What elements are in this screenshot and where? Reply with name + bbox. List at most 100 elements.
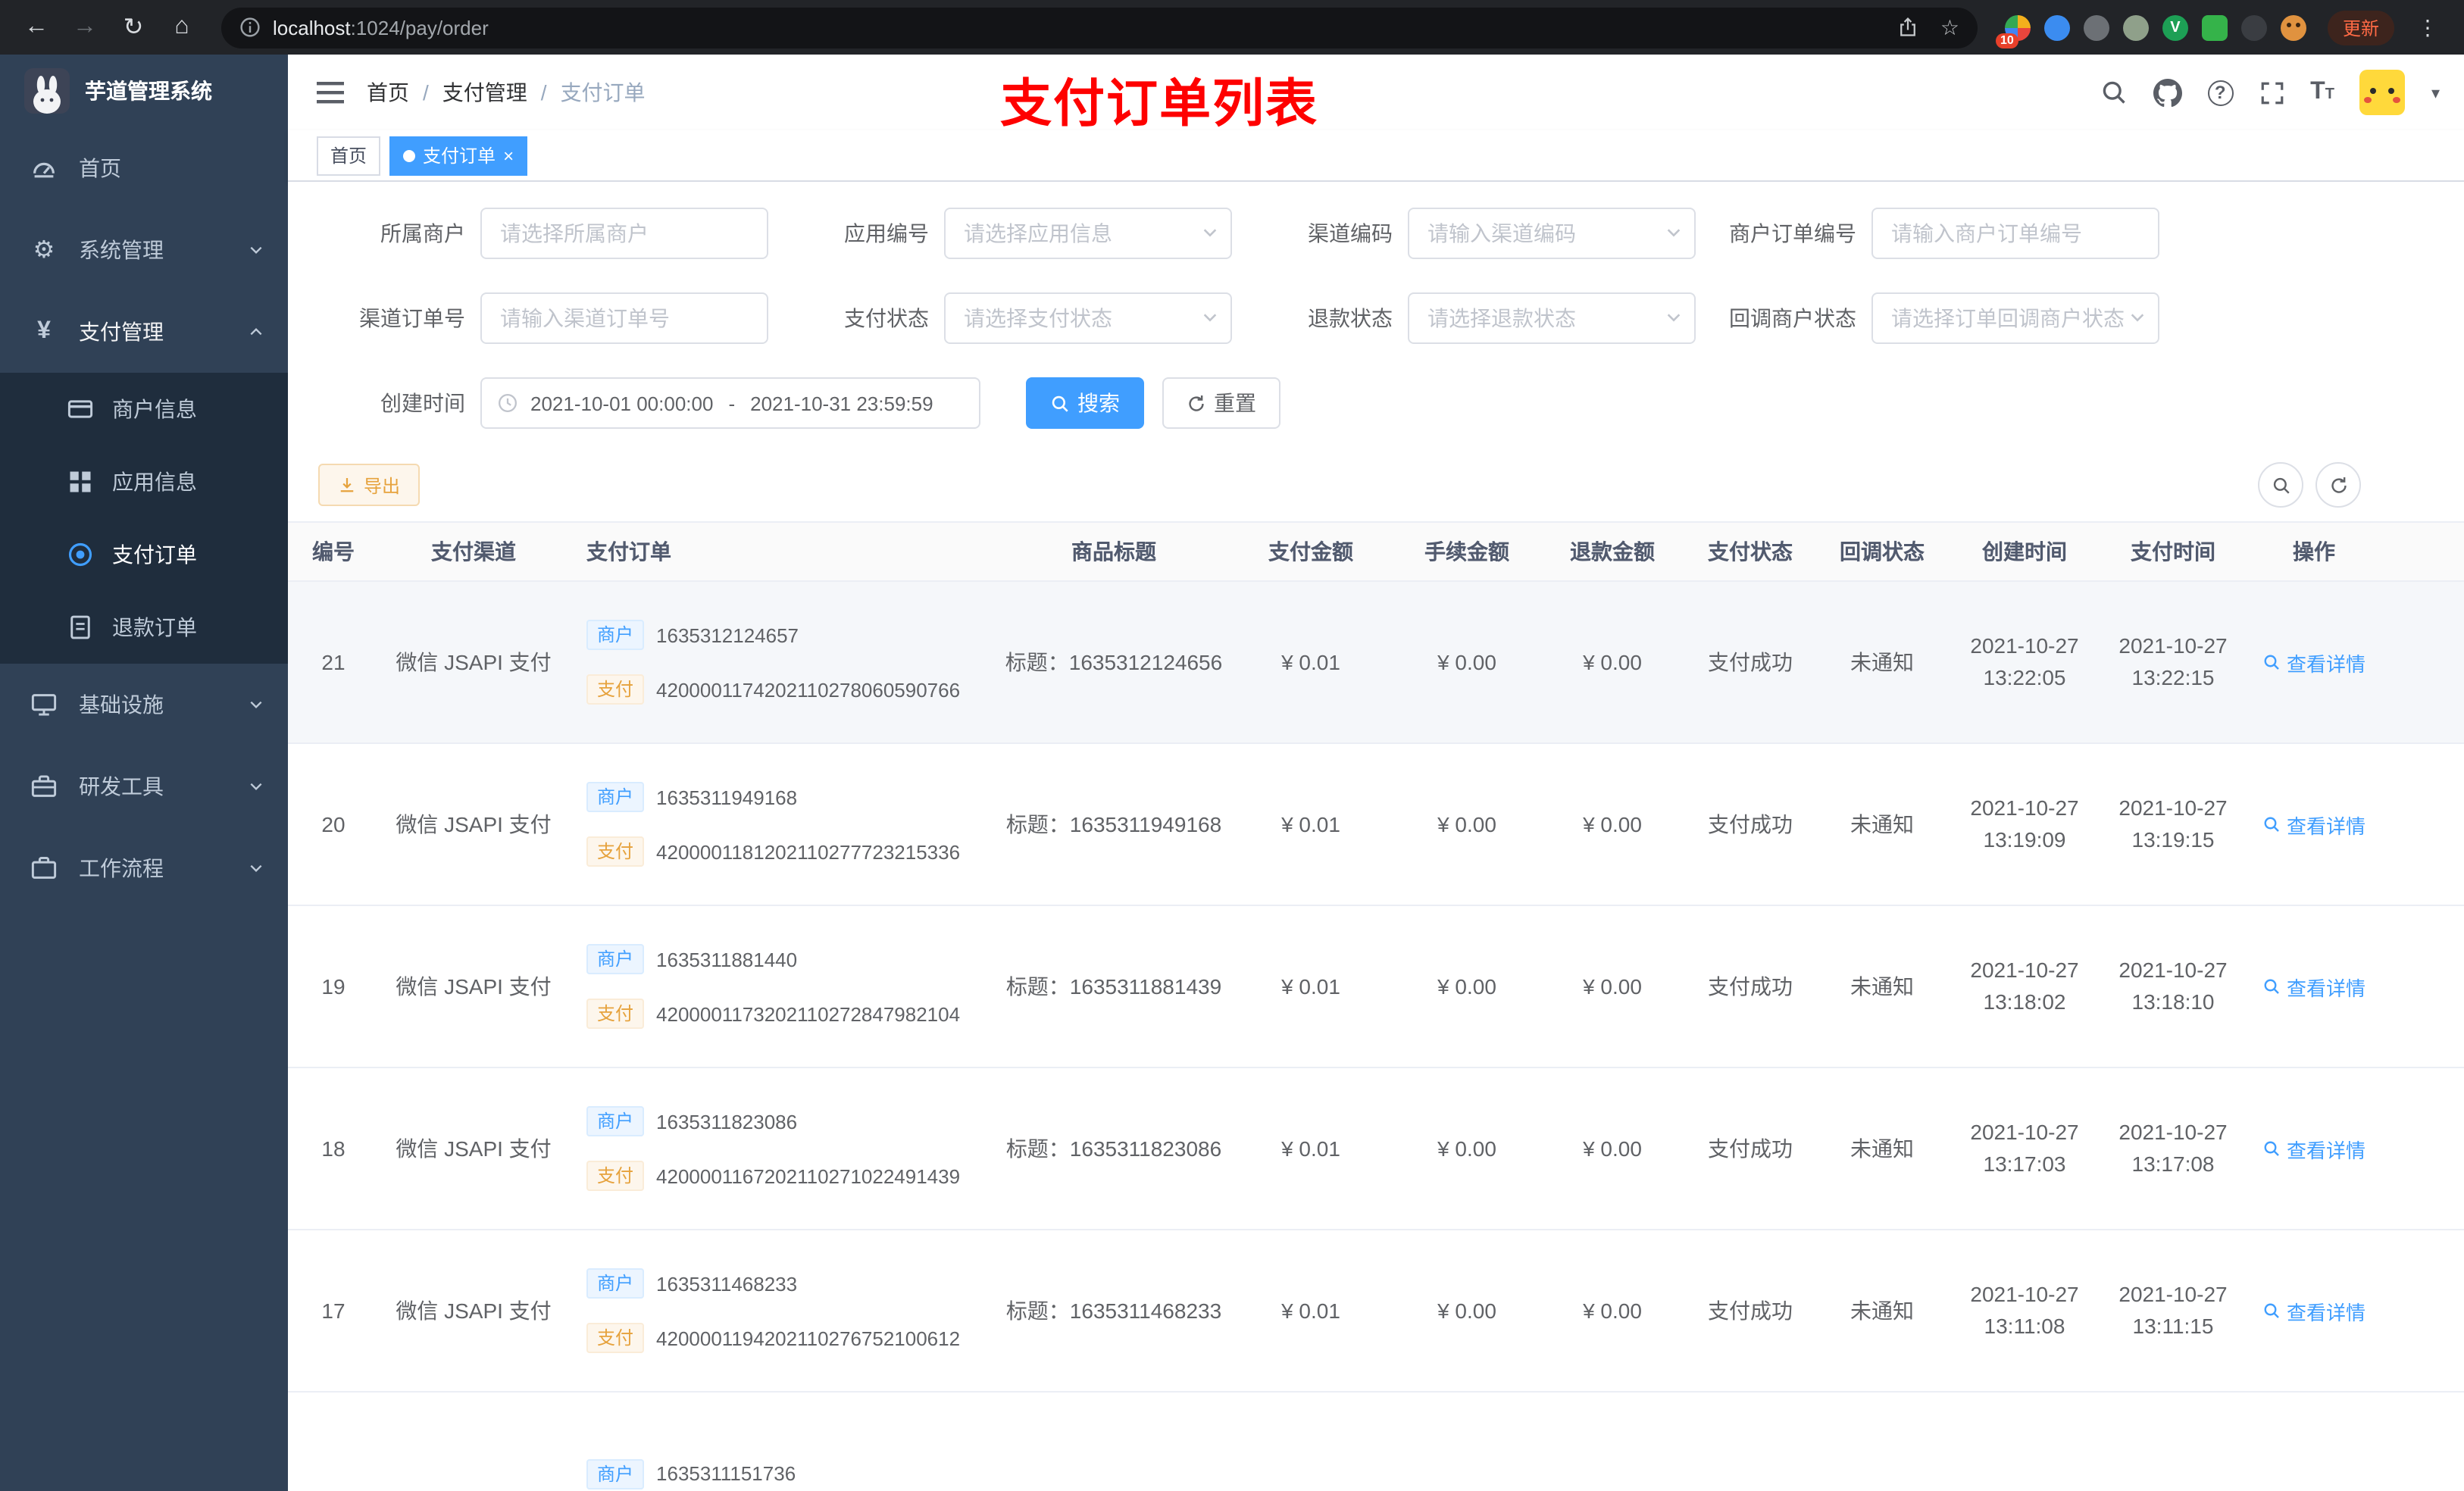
actions-cell: 查看详情 <box>2246 1230 2382 1391</box>
breadcrumb-item[interactable]: 首页 <box>367 77 409 108</box>
refund-amount: ¥ 0.00 <box>1583 650 1642 674</box>
help-icon[interactable]: ? <box>2207 80 2234 105</box>
owner-merchant-input[interactable] <box>480 208 768 259</box>
tab-close-icon[interactable]: × <box>503 146 514 164</box>
pay-status-select[interactable] <box>944 292 1232 344</box>
view-detail-link[interactable]: 查看详情 <box>2262 648 2366 677</box>
pay-tag: 支付 <box>586 1323 645 1353</box>
view-detail-link[interactable]: 查看详情 <box>2262 972 2366 1001</box>
browser-reload-icon[interactable]: ↻ <box>112 6 155 48</box>
table-row: 21 微信 JSAPI 支付 商户 1635312124657 支付 4200001… <box>288 582 2464 744</box>
app-no-select[interactable] <box>944 208 1232 259</box>
create-time: 13:18:02 <box>1983 989 2066 1014</box>
toolbox-icon <box>31 775 57 797</box>
filter-label: 回调商户状态 <box>1729 306 1856 330</box>
sidebar-item-dev-tools[interactable]: 研发工具 <box>0 746 288 827</box>
hide-search-button[interactable] <box>2258 462 2303 508</box>
url-path: :1024/pay/order <box>350 16 489 39</box>
share-icon[interactable] <box>1898 17 1919 38</box>
order-id: 17 <box>321 1299 346 1323</box>
sidebar-item-refund-order[interactable]: 退款订单 <box>0 591 288 664</box>
pay-amount: ¥ 0.01 <box>1281 974 1340 999</box>
channel-order-no-input[interactable] <box>480 292 768 344</box>
export-button[interactable]: 导出 <box>318 464 421 506</box>
product-title: 标题：1635311823086 <box>1005 1136 1222 1161</box>
notify-status: 未通知 <box>1850 1136 1914 1161</box>
sidebar-item-infrastructure[interactable]: 基础设施 <box>0 664 288 746</box>
browser-back-icon[interactable]: ← <box>15 6 58 48</box>
github-icon[interactable] <box>2153 78 2182 107</box>
view-detail-link[interactable]: 查看详情 <box>2262 1296 2366 1325</box>
notify-status: 未通知 <box>1850 812 1914 836</box>
merchant-tag: 商户 <box>586 782 645 812</box>
date-separator: - <box>728 392 736 414</box>
view-detail-link[interactable]: 查看详情 <box>2262 810 2366 839</box>
create-time-range-picker[interactable]: 2021-10-01 00:00:00 - 2021-10-31 23:59:5… <box>480 377 980 429</box>
breadcrumb-item[interactable]: 支付管理 <box>442 77 527 108</box>
browser-home-icon[interactable]: ⌂ <box>161 6 203 48</box>
reset-button[interactable]: 重置 <box>1162 377 1280 429</box>
col-header-pay-time: 支付时间 <box>2131 539 2215 564</box>
sidebar-item-merchant-info[interactable]: 商户信息 <box>0 373 288 445</box>
channel-code-select[interactable] <box>1408 208 1696 259</box>
extension-icon[interactable] <box>2280 14 2306 40</box>
browser-menu-icon[interactable]: ⋮ <box>2406 6 2449 48</box>
refresh-icon <box>2331 476 2346 492</box>
pay-date: 2021-10-27 <box>2118 1282 2228 1306</box>
browser-update-button[interactable]: 更新 <box>2327 10 2394 45</box>
site-info-icon[interactable] <box>239 17 261 38</box>
user-avatar[interactable] <box>2359 70 2406 115</box>
sidebar-item-app-info[interactable]: 应用信息 <box>0 445 288 518</box>
fee-amount: ¥ 0.00 <box>1437 650 1496 674</box>
fullscreen-icon[interactable] <box>2259 80 2284 105</box>
callback-status-select[interactable] <box>1871 292 2159 344</box>
pay-channel: 微信 JSAPI 支付 <box>396 974 552 999</box>
app-logo: 芋道管理系统 <box>0 55 288 127</box>
sidebar-item-pay-order[interactable]: 支付订单 <box>0 518 288 591</box>
fee-amount: ¥ 0.00 <box>1437 812 1496 836</box>
extension-icon[interactable] <box>2043 14 2070 40</box>
search-button[interactable]: 搜索 <box>1026 377 1144 429</box>
date-start: 2021-10-01 00:00:00 <box>530 392 714 414</box>
bookmark-star-icon[interactable]: ☆ <box>1940 14 1959 40</box>
table-row: 17 微信 JSAPI 支付 商户 1635311468233 支付 4200001… <box>288 1230 2464 1393</box>
view-detail-link[interactable]: 查看详情 <box>2262 1134 2366 1163</box>
pay-amount: ¥ 0.01 <box>1281 812 1340 836</box>
tab-pay-order[interactable]: 支付订单 × <box>389 136 528 175</box>
caret-down-icon[interactable]: ▾ <box>2431 83 2440 102</box>
extension-icon[interactable]: 10 <box>1995 14 2031 48</box>
search-icon[interactable] <box>2100 79 2127 106</box>
refund-status-select[interactable] <box>1408 292 1696 344</box>
notify-status: 未通知 <box>1850 974 1914 999</box>
hamburger-icon[interactable] <box>315 77 346 108</box>
extension-icon[interactable] <box>2201 14 2228 40</box>
merchant-tag: 商户 <box>586 1268 645 1299</box>
clock-icon <box>499 394 517 412</box>
font-size-icon[interactable]: TT <box>2310 79 2334 106</box>
sidebar-item-label: 支付管理 <box>79 320 164 344</box>
extension-icon[interactable] <box>2122 14 2149 40</box>
extension-icon[interactable]: V <box>2162 14 2188 40</box>
url-bar[interactable]: localhost:1024/pay/order ☆ <box>221 7 1978 48</box>
sidebar-item-payment[interactable]: ¥ 支付管理 <box>0 291 288 373</box>
pay-channel: 微信 JSAPI 支付 <box>396 1136 552 1161</box>
refresh-table-button[interactable] <box>2315 462 2361 508</box>
merchant-order-no-input[interactable] <box>1871 208 2159 259</box>
chevron-down-icon <box>250 864 262 872</box>
merchant-tag: 商户 <box>586 1458 645 1489</box>
pay-channel: 微信 JSAPI 支付 <box>396 812 552 836</box>
browser-forward-icon[interactable]: → <box>64 6 106 48</box>
extension-icon[interactable] <box>2083 14 2109 40</box>
extension-icon[interactable] <box>2240 14 2267 40</box>
sidebar-item-label: 商户信息 <box>112 397 197 421</box>
merchant-order-no: 1635311823086 <box>656 1110 798 1133</box>
sidebar-item-home[interactable]: 首页 <box>0 127 288 209</box>
filter-label: 所属商户 <box>380 221 465 245</box>
refund-amount: ¥ 0.00 <box>1583 812 1642 836</box>
gear-icon: ⚙ <box>33 238 55 264</box>
sidebar-item-system[interactable]: ⚙ 系统管理 <box>0 209 288 291</box>
sidebar-item-workflow[interactable]: 工作流程 <box>0 827 288 909</box>
tab-home[interactable]: 首页 <box>317 136 381 175</box>
order-table: 编号 支付渠道 支付订单 商品标题 支付金额 手续金额 退款金额 支付状态 回调… <box>288 521 2464 1491</box>
merchant-order-no: 1635311468233 <box>656 1272 798 1295</box>
